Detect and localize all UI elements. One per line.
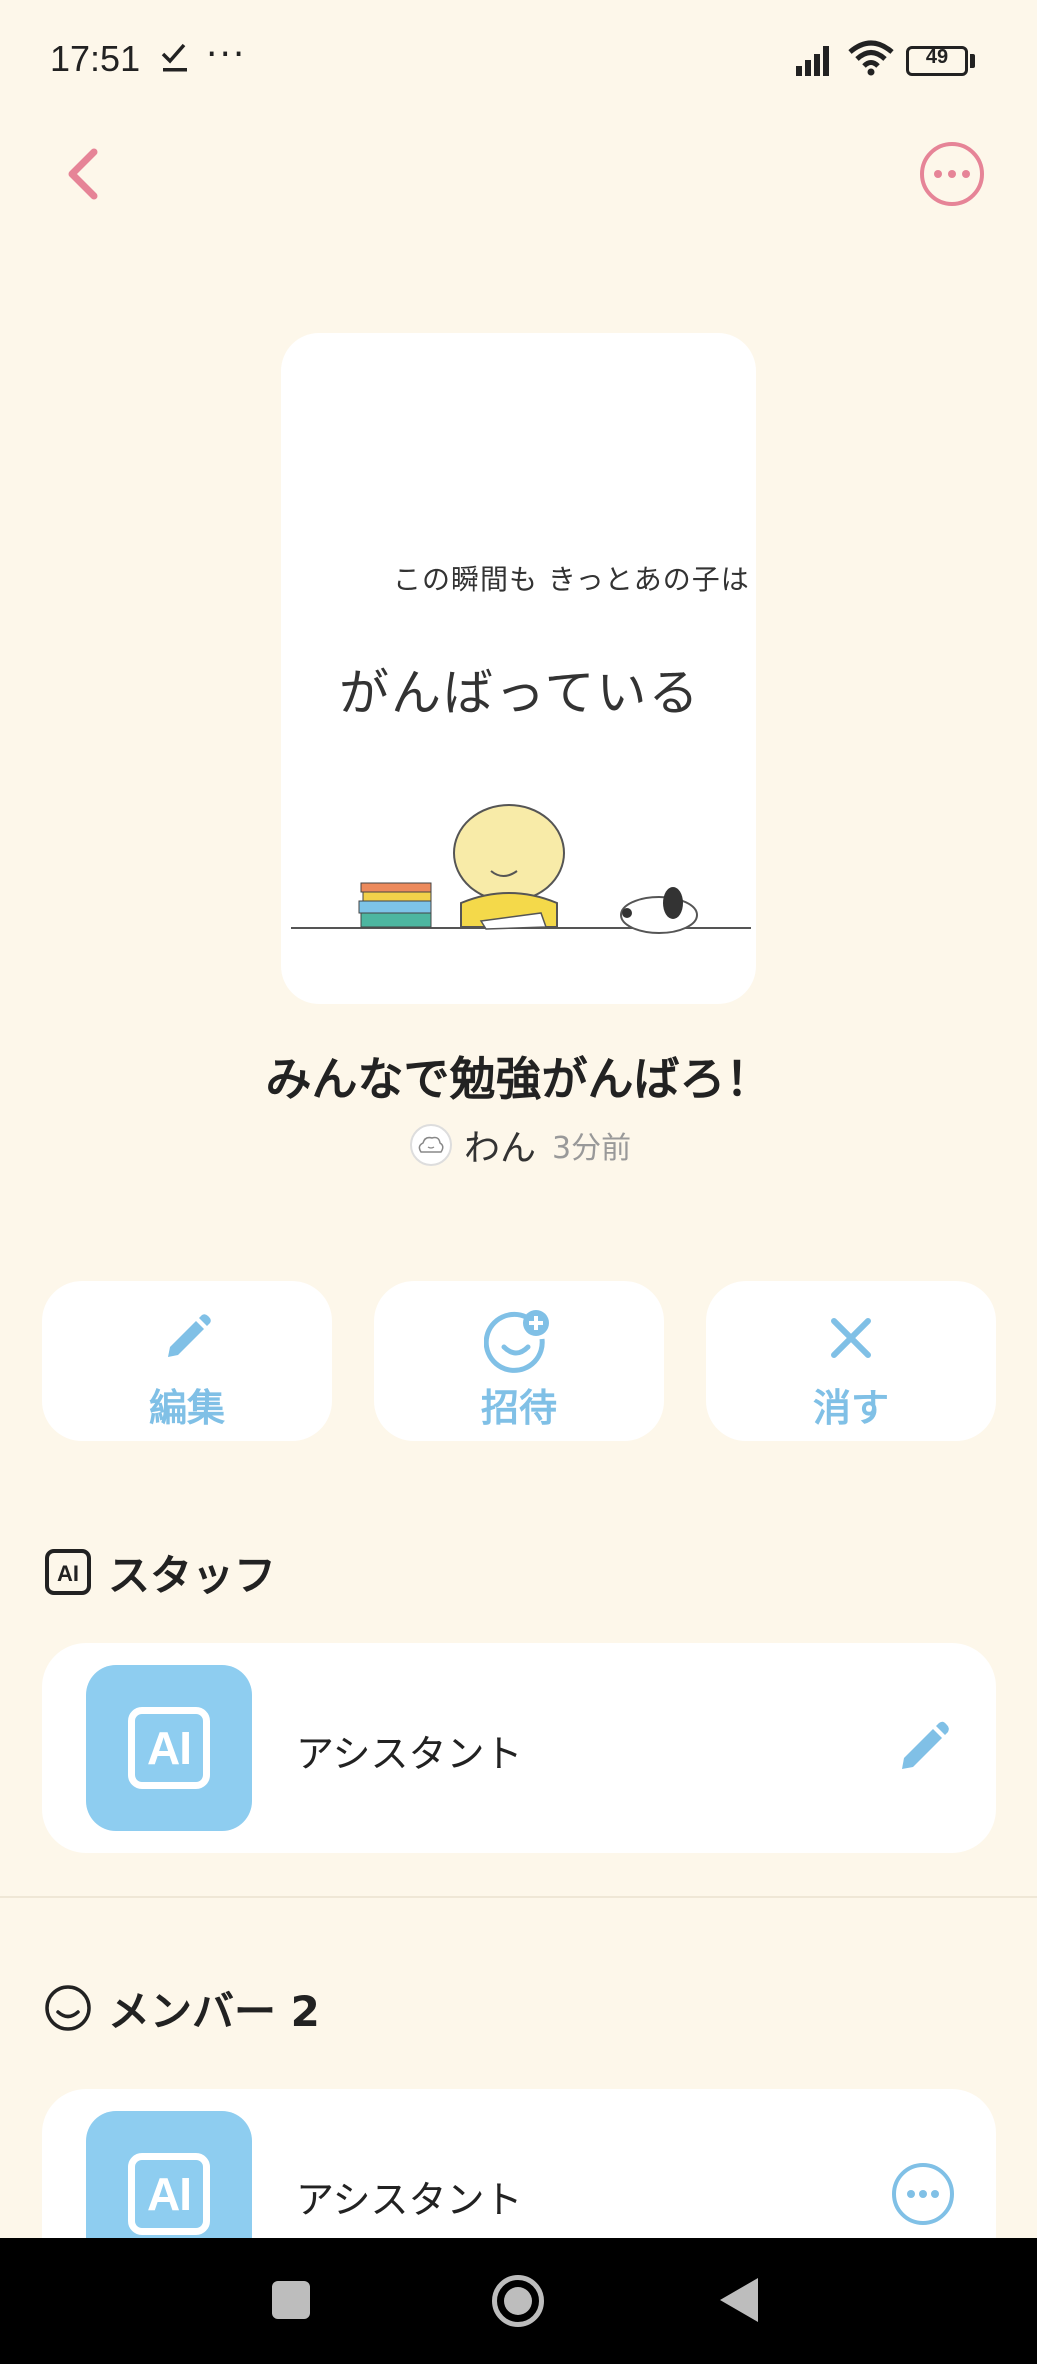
wifi-icon xyxy=(848,40,894,76)
edit-label: 編集 xyxy=(148,1386,225,1430)
close-icon xyxy=(706,1309,996,1369)
battery-level: 49 xyxy=(925,46,949,68)
cloud-face-icon xyxy=(418,1136,444,1153)
cover-text-small: この瞬間も きっとあの子は xyxy=(393,563,750,596)
system-back-button[interactable] xyxy=(720,2278,758,2322)
ai-icon: AI xyxy=(128,2153,210,2235)
member-name: アシスタント xyxy=(296,1732,523,1776)
avatar: AI xyxy=(86,1665,252,1831)
group-cover-image: この瞬間も きっとあの子は がんばっている xyxy=(281,333,756,1004)
status-more: ··· xyxy=(206,34,247,75)
delete-label: 消す xyxy=(812,1386,889,1430)
home-button[interactable] xyxy=(492,2275,544,2327)
recent-apps-button[interactable] xyxy=(272,2281,310,2319)
pencil-icon[interactable] xyxy=(890,1715,956,1781)
signal-icon xyxy=(796,46,829,76)
more-horizontal-icon[interactable] xyxy=(890,2161,956,2227)
svg-text:AI: AI xyxy=(57,1561,79,1586)
back-button[interactable] xyxy=(58,142,114,206)
more-options-button[interactable] xyxy=(920,142,984,206)
group-title: みんなで勉強がんばろ！ xyxy=(265,1052,772,1106)
post-time: 3分前 xyxy=(552,1131,632,1166)
author-name: わん xyxy=(464,1128,537,1169)
illustration-boy-studying xyxy=(291,804,751,934)
staff-member-card[interactable]: AI アシスタント xyxy=(42,1643,996,1853)
ai-badge-icon: AI xyxy=(45,1549,91,1595)
section-divider xyxy=(0,1896,1037,1898)
status-time: 17:51 xyxy=(50,38,141,79)
edit-button[interactable]: 編集 xyxy=(42,1281,332,1441)
member-name: アシスタント xyxy=(296,2178,523,2222)
member-section-title: メンバー 2 xyxy=(108,1986,320,2036)
battery-icon: 49 xyxy=(906,46,968,76)
invite-label: 招待 xyxy=(480,1386,557,1430)
delete-button[interactable]: 消す xyxy=(706,1281,996,1441)
author-row[interactable]: わん 3分前 xyxy=(410,1117,631,1173)
ai-icon: AI xyxy=(128,1707,210,1789)
cover-text-big: がんばっている xyxy=(339,664,701,722)
pencil-icon xyxy=(42,1309,332,1369)
battery-cap xyxy=(970,54,975,68)
invite-button[interactable]: 招待 xyxy=(374,1281,664,1441)
checkmark-icon xyxy=(161,43,187,72)
author-avatar xyxy=(410,1124,452,1166)
invite-smile-plus-icon xyxy=(374,1309,664,1373)
staff-section-header: AI スタッフ xyxy=(44,1542,276,1602)
member-section-header: メンバー 2 xyxy=(44,1978,320,2038)
more-horizontal-icon xyxy=(924,146,980,202)
smile-icon xyxy=(45,1985,91,2031)
staff-section-title: スタッフ xyxy=(108,1550,277,1600)
